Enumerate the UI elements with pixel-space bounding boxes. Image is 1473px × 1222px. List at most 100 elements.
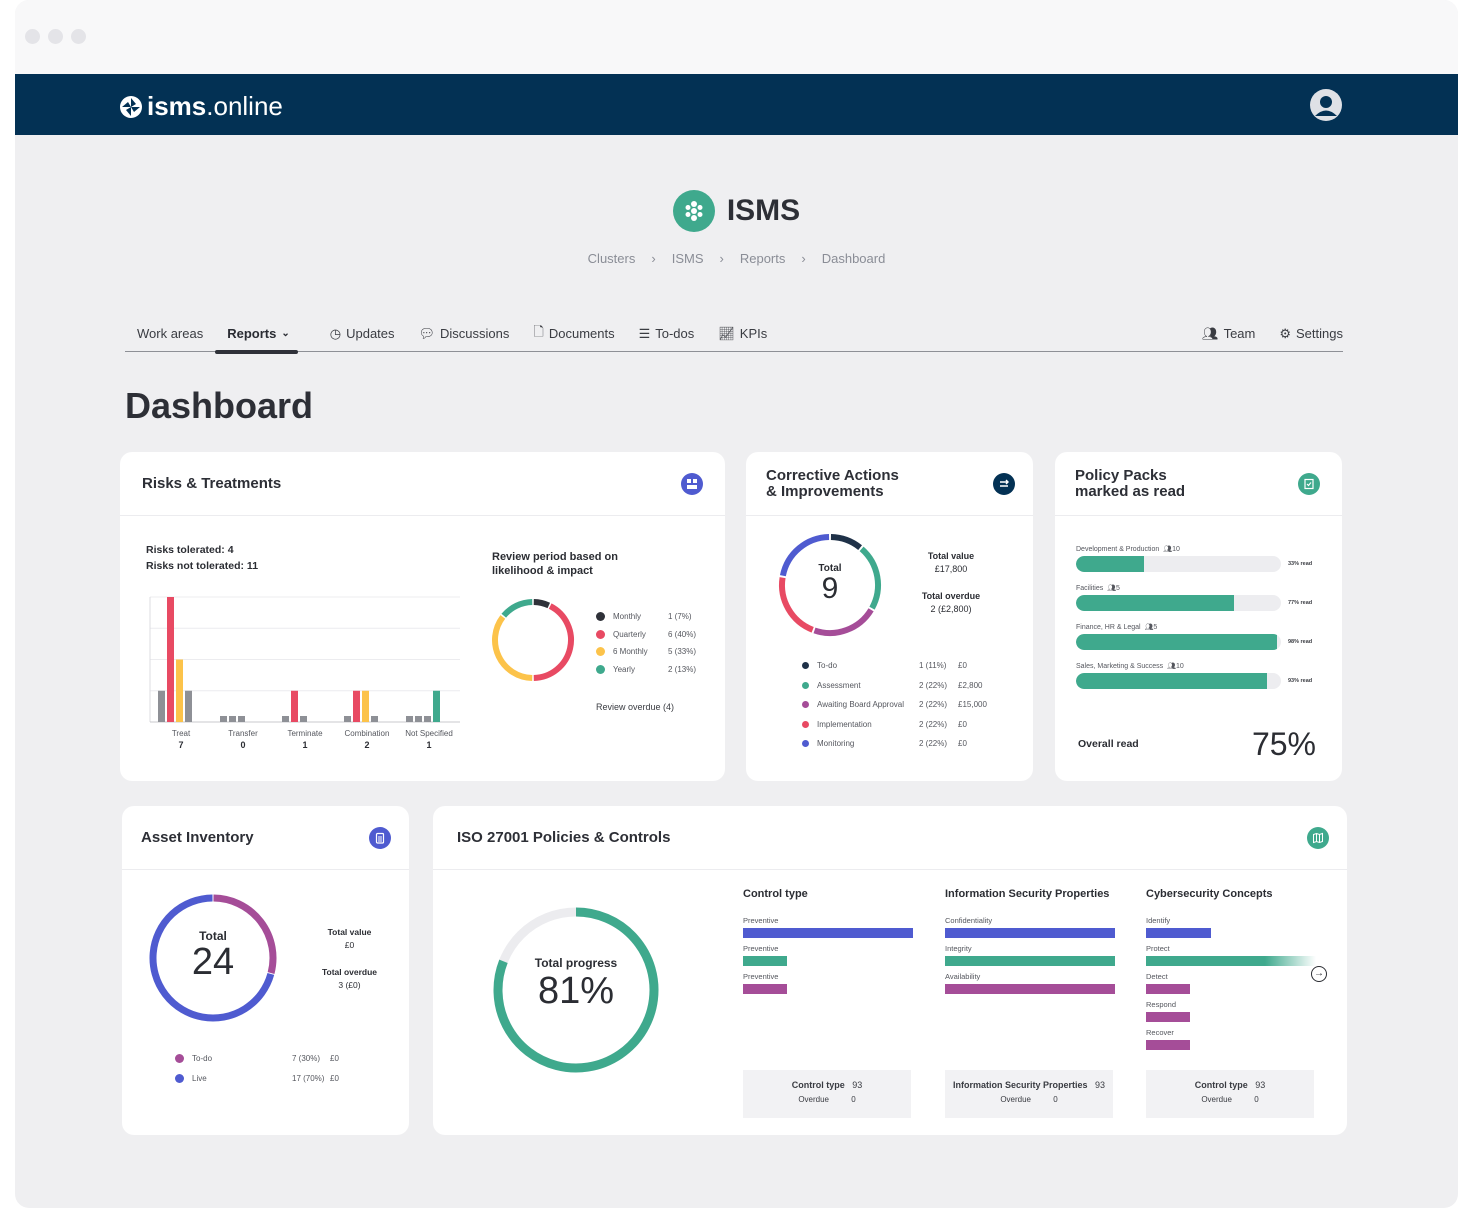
summary-box: Control type 93 Overdue 0	[1146, 1070, 1314, 1118]
policy-pack[interactable]: Development & Production 👥︎10 33% read	[1076, 545, 1326, 572]
bar-label: Preventive	[743, 916, 779, 925]
breadcrumb-item[interactable]: ISMS	[672, 251, 704, 266]
nav-kpis[interactable]: 📈︎ KPIs	[718, 316, 767, 352]
group-title: Information Security Properties	[945, 888, 1110, 900]
total-label: 2	[364, 740, 369, 750]
review-slice[interactable]	[492, 615, 533, 681]
breadcrumb-item[interactable]: Clusters	[588, 251, 636, 266]
legend-dot	[802, 740, 809, 748]
policy-pack[interactable]: Finance, HR & Legal 👥︎5 98% read	[1076, 623, 1326, 650]
bar[interactable]	[433, 690, 440, 722]
total-overdue-label: Total overdue	[321, 967, 378, 977]
total-value: 9	[821, 572, 839, 605]
nav-updates[interactable]: ◷ Updates	[330, 316, 395, 352]
bar[interactable]	[282, 716, 289, 722]
progress-slice[interactable]	[503, 912, 576, 961]
members-icon: 👥︎	[1163, 546, 1173, 553]
window-dot[interactable]	[71, 29, 86, 44]
bar[interactable]	[291, 690, 298, 722]
control-bar[interactable]	[1146, 1012, 1191, 1022]
legend-amount: £0	[958, 719, 967, 729]
breadcrumb-item[interactable]: Dashboard	[822, 251, 886, 266]
legend-item: Monthly 1 (7%)	[596, 608, 696, 626]
review-slice[interactable]	[533, 599, 551, 609]
control-bar[interactable]	[1146, 984, 1191, 994]
bar-label: Confidentiality	[945, 916, 993, 925]
total-value-amount: £17,800	[934, 564, 968, 574]
progress-value: 81%	[537, 970, 615, 1012]
bar[interactable]	[353, 690, 360, 722]
legend-item: Implementation 2 (22%) £0	[802, 715, 1012, 735]
control-bar[interactable]	[743, 928, 913, 938]
clipboard-icon[interactable]	[369, 826, 391, 849]
legend-label: Awaiting Board Approval	[817, 700, 905, 710]
policy-pack[interactable]: Facilities 👥︎5 77% read	[1076, 584, 1326, 611]
policy-check-icon[interactable]	[1298, 472, 1320, 495]
bar[interactable]	[176, 659, 183, 723]
bar[interactable]	[300, 716, 307, 722]
nav-documents[interactable]: 🗋 Documents	[533, 316, 614, 352]
nav-settings[interactable]: ⚙ Settings	[1279, 316, 1343, 352]
workspace-header: ISMS Clusters › ISMS › Reports › Dashboard	[15, 190, 1458, 266]
card-title: Risks & Treatments	[142, 474, 282, 492]
bar[interactable]	[362, 690, 369, 722]
nav-team[interactable]: 👥︎ Team	[1202, 316, 1255, 352]
legend-label: To-do	[192, 1053, 213, 1063]
legend-value: 1 (7%)	[668, 612, 692, 622]
legend-pct: 2 (22%)	[919, 680, 948, 690]
summary-label: Information Security Properties	[952, 1080, 1088, 1090]
bar[interactable]	[158, 690, 165, 722]
risk-matrix-icon[interactable]	[681, 472, 703, 495]
summary-label: Control type	[1194, 1080, 1248, 1090]
corrective-slice[interactable]	[813, 608, 874, 636]
summary-value: 93	[1095, 1080, 1106, 1090]
bar[interactable]	[415, 716, 422, 722]
legend-pct: 2 (22%)	[919, 719, 948, 729]
bar[interactable]	[371, 716, 378, 722]
legend-dot	[802, 681, 809, 689]
next-arrow-icon[interactable]: →	[1311, 966, 1327, 982]
bar[interactable]	[185, 690, 192, 722]
x-tick-label: Not Specified	[405, 729, 453, 738]
map-icon[interactable]	[1307, 826, 1329, 849]
total-label: 7	[178, 740, 183, 750]
window-dot[interactable]	[48, 29, 63, 44]
nav-discussions[interactable]: 💬︎ Discussions	[419, 316, 510, 352]
corrective-card: Corrective Actions & Improvements Total 9…	[746, 452, 1033, 781]
bar-label: Recover	[1146, 1028, 1174, 1037]
user-avatar[interactable]	[1310, 89, 1342, 121]
legend-value: 5 (33%)	[667, 647, 696, 657]
control-bar[interactable]	[945, 984, 1115, 994]
legend-item: Live 17 (70%) £0	[175, 1068, 365, 1088]
review-slice[interactable]	[501, 599, 533, 618]
review-slice[interactable]	[533, 603, 574, 681]
review-overdue[interactable]: Review overdue (4)	[596, 702, 674, 712]
control-bar[interactable]	[945, 928, 1115, 938]
corrective-actions-icon[interactable]	[993, 472, 1015, 495]
bar[interactable]	[406, 716, 413, 722]
nav-work-areas[interactable]: Work areas	[137, 316, 203, 352]
legend-pct: 2 (22%)	[919, 700, 948, 710]
bar[interactable]	[238, 716, 245, 722]
control-bar[interactable]	[743, 956, 788, 966]
control-bar[interactable]	[945, 956, 1115, 966]
legend-amount: £0	[958, 661, 967, 671]
bar[interactable]	[344, 716, 351, 722]
nav-todos[interactable]: ☰ To-dos	[639, 316, 695, 352]
breadcrumb-item[interactable]: Reports	[740, 251, 786, 266]
control-bar[interactable]	[1146, 928, 1211, 938]
overdue-value: 0	[1254, 1095, 1259, 1104]
nav-reports[interactable]: Reports ⌄	[215, 316, 298, 354]
control-bar[interactable]	[1146, 1040, 1191, 1050]
bar[interactable]	[229, 716, 236, 722]
legend-amount: £15,000	[958, 700, 987, 710]
bar[interactable]	[167, 597, 174, 722]
corrective-slice[interactable]	[830, 534, 862, 551]
policy-pack[interactable]: Sales, Marketing & Success 👥︎10 93% read	[1076, 662, 1326, 689]
app-logo[interactable]: isms .online	[119, 91, 283, 122]
bar[interactable]	[424, 716, 431, 722]
bar[interactable]	[220, 716, 227, 722]
control-bar[interactable]	[743, 984, 788, 994]
control-bar[interactable]	[1146, 956, 1316, 966]
window-dot[interactable]	[25, 29, 40, 44]
